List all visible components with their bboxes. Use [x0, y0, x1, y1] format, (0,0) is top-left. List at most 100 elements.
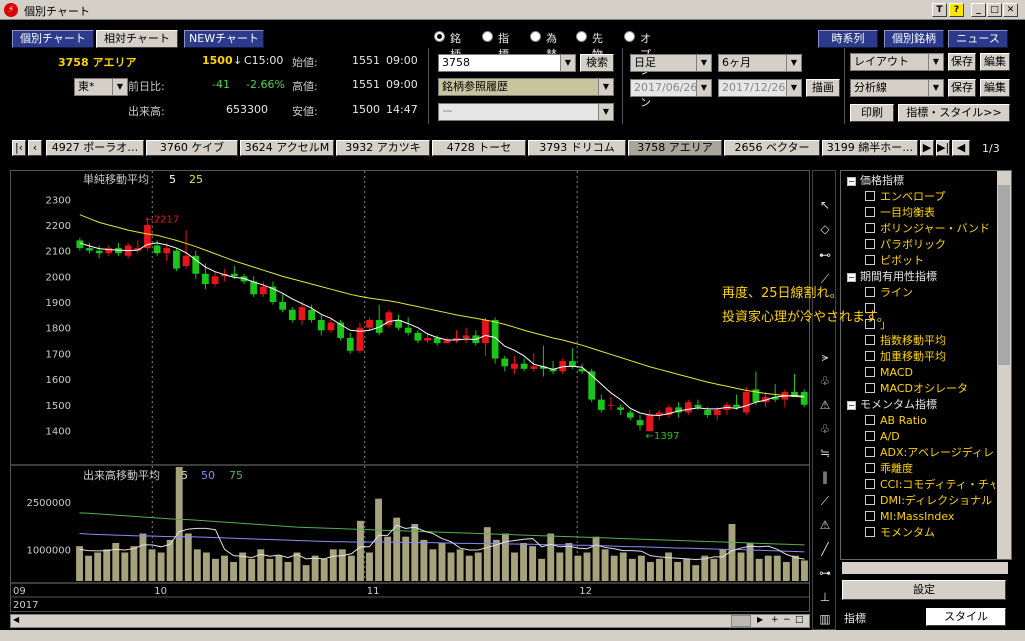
zoom-reset-icon[interactable]: □: [795, 615, 804, 625]
checkbox[interactable]: [865, 191, 875, 201]
indicator-style-button[interactable]: 指標・スタイル>>: [898, 104, 1010, 122]
checkbox[interactable]: [865, 495, 875, 505]
grid-icon[interactable]: ╱: [815, 539, 835, 559]
minimize-button[interactable]: _: [971, 3, 986, 17]
checkbox[interactable]: [865, 383, 875, 393]
tree-item[interactable]: パラボリック: [865, 237, 946, 253]
radio-index[interactable]: [482, 31, 493, 42]
tab-individual-chart[interactable]: 個別チャート: [12, 30, 94, 48]
draw-button[interactable]: 描画: [806, 79, 840, 97]
eraser-icon[interactable]: ◇: [815, 219, 835, 239]
period-select[interactable]: 日足 ▼: [630, 54, 712, 72]
scroll-thumb[interactable]: [731, 615, 751, 627]
arrow-icon[interactable]: ‖: [815, 467, 835, 487]
tree-item[interactable]: ピボット: [865, 253, 924, 269]
checkbox[interactable]: [865, 463, 875, 473]
tree-item[interactable]: 加重移動平均: [865, 349, 946, 365]
tree-item[interactable]: エンベロープ: [865, 189, 945, 205]
tree-item[interactable]: ボリンジャー・バンド: [865, 221, 990, 237]
help-button[interactable]: ?: [949, 3, 964, 17]
bars-icon[interactable]: ▥: [815, 609, 835, 629]
checkbox[interactable]: [865, 351, 875, 361]
collapse-icon[interactable]: −: [847, 177, 856, 186]
tree-hscrollbar[interactable]: [842, 562, 1008, 574]
checkbox[interactable]: [865, 415, 875, 425]
analysis-select[interactable]: 分析線 ▼: [850, 79, 944, 97]
tree-item[interactable]: CCI:コモディティ・チャ: [865, 477, 995, 493]
gann-fan-icon[interactable]: ⟋: [815, 491, 835, 511]
tab-relative-chart[interactable]: 相対チャート: [96, 30, 178, 48]
tree-item[interactable]: ADX:アベレージディレ: [865, 445, 994, 461]
regression-icon[interactable]: ⚠: [815, 515, 835, 535]
checkbox[interactable]: [865, 335, 875, 345]
cycle-icon[interactable]: ≒: [815, 443, 835, 463]
checkbox[interactable]: [865, 207, 875, 217]
analysis-edit-button[interactable]: 編集: [980, 79, 1010, 97]
checkbox[interactable]: [865, 431, 875, 441]
last-tab-icon[interactable]: ▶|: [936, 140, 950, 156]
checkbox[interactable]: [865, 239, 875, 249]
tab-new-chart[interactable]: NEWチャート: [184, 30, 264, 48]
chart-hscrollbar[interactable]: ◀ ▶ + − □: [10, 614, 810, 628]
zoom-out-icon[interactable]: −: [783, 615, 791, 625]
radio-option[interactable]: [624, 31, 635, 42]
tree-item[interactable]: MI:MassIndex: [865, 509, 954, 525]
radio-fx[interactable]: [530, 31, 541, 42]
individual-stock-button[interactable]: 個別銘柄: [884, 30, 944, 48]
tree-item[interactable]: MACD: [865, 365, 913, 381]
back-arrow-icon[interactable]: ◀: [952, 140, 970, 156]
history-select[interactable]: 銘柄参照履歴 ▼: [438, 78, 614, 96]
candlestick-chart[interactable]: 09 10 11 12 2017 2300 2200 2100 2000 1900 1800 1700…: [11, 171, 809, 611]
tree-scrollbar[interactable]: [997, 171, 1011, 559]
exchange-select[interactable]: 東* ▼: [74, 78, 128, 96]
stock-tab[interactable]: 3793 ドリコム: [528, 140, 626, 156]
layout-save-button[interactable]: 保存: [948, 53, 976, 71]
checkbox[interactable]: [865, 255, 875, 265]
tree-category[interactable]: − モメンタム指標: [847, 397, 937, 413]
cursor-icon[interactable]: ↖: [815, 195, 835, 215]
fib-icon[interactable]: ♧: [815, 371, 835, 391]
checkbox[interactable]: [865, 223, 875, 233]
pin-icon[interactable]: ⊥: [815, 587, 835, 607]
print-button[interactable]: 印刷: [850, 104, 894, 122]
stock-tab[interactable]: 3199 綿半ホー…: [822, 140, 918, 156]
scroll-right-icon[interactable]: ▶: [757, 615, 763, 624]
close-button[interactable]: ✕: [1003, 3, 1018, 17]
hline-icon[interactable]: ⊷: [815, 245, 835, 265]
zoom-in-icon[interactable]: +: [771, 615, 779, 625]
date-from-input[interactable]: 2017/06/26 ▼: [630, 79, 712, 97]
scroll-left-icon[interactable]: ◀: [13, 615, 19, 624]
collapse-icon[interactable]: −: [847, 273, 856, 282]
stock-code-input[interactable]: 3758 ▼: [438, 54, 576, 72]
timeseries-button[interactable]: 時系列: [818, 30, 878, 48]
prev-tab-icon[interactable]: ‹: [28, 140, 42, 156]
collapse-icon[interactable]: −: [847, 401, 856, 410]
layout-edit-button[interactable]: 編集: [980, 53, 1010, 71]
tree-category[interactable]: − 価格指標: [847, 173, 904, 189]
tree-item[interactable]: 指数移動平均: [865, 333, 946, 349]
stock-tab[interactable]: 3932 アカツキ: [336, 140, 430, 156]
level-icon[interactable]: ⊶: [815, 563, 835, 583]
fan-icon[interactable]: ⪫: [815, 347, 835, 367]
tab-style[interactable]: スタイル: [926, 608, 1006, 626]
channel-icon[interactable]: ⚠: [815, 395, 835, 415]
layout-select[interactable]: レイアウト ▼: [850, 53, 944, 71]
news-button[interactable]: ニュース: [948, 30, 1008, 48]
date-to-input[interactable]: 2017/12/26 ▼: [718, 79, 802, 97]
stock-tab[interactable]: 3760 ケイブ: [146, 140, 238, 156]
radio-futures[interactable]: [576, 31, 587, 42]
settings-button[interactable]: 設定: [842, 580, 1006, 600]
stock-tab[interactable]: 4728 トーセ: [432, 140, 526, 156]
stock-tab[interactable]: 3624 アクセルM: [240, 140, 334, 156]
maximize-button[interactable]: □: [987, 3, 1002, 17]
sub-select[interactable]: ー ▼: [438, 103, 614, 121]
gann-icon[interactable]: ♧: [815, 419, 835, 439]
tree-item[interactable]: AB Ratio: [865, 413, 927, 429]
tree-scroll-thumb[interactable]: [998, 185, 1010, 365]
checkbox[interactable]: [865, 447, 875, 457]
chart-pane[interactable]: 09 10 11 12 2017 2300 2200 2100 2000 1900 1800 1700…: [10, 170, 810, 612]
checkbox[interactable]: [865, 479, 875, 489]
checkbox[interactable]: [865, 367, 875, 377]
tree-item[interactable]: DMI:ディレクショナル: [865, 493, 992, 509]
first-tab-icon[interactable]: |‹: [12, 140, 26, 156]
